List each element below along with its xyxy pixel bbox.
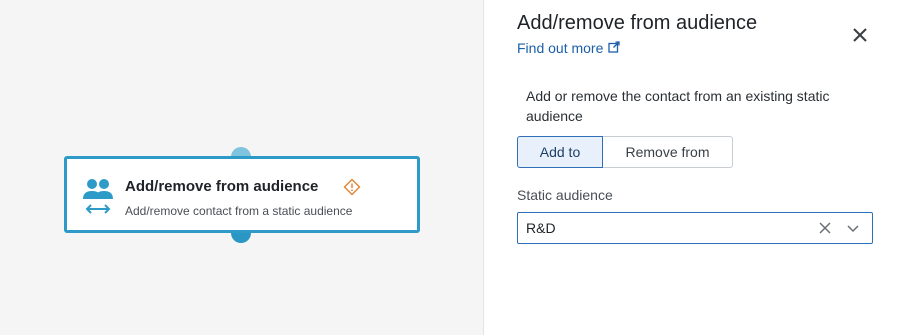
close-icon[interactable] [849, 24, 871, 46]
selected-audience-value: R&D [526, 220, 556, 236]
static-audience-label: Static audience [517, 187, 613, 203]
clear-icon[interactable] [818, 221, 832, 235]
panel-description: Add or remove the contact from an existi… [526, 88, 830, 124]
add-to-button[interactable]: Add to [517, 136, 603, 168]
node-config-panel: Add/remove from audience Find out more A… [485, 0, 899, 335]
static-audience-select[interactable]: R&D [517, 212, 873, 244]
find-out-more-label: Find out more [517, 40, 604, 56]
workflow-node-add-remove-audience[interactable]: Add/remove from audience Add/remove cont… [64, 156, 420, 233]
audience-sync-icon [81, 177, 115, 217]
panel-title: Add/remove from audience [517, 12, 758, 34]
warning-icon[interactable] [343, 178, 361, 196]
find-out-more-link[interactable]: Find out more [517, 40, 621, 56]
remove-from-button[interactable]: Remove from [603, 136, 733, 168]
workflow-canvas[interactable]: Add/remove from audience Add/remove cont… [0, 0, 484, 335]
external-link-icon [608, 40, 621, 56]
node-subtitle: Add/remove contact from a static audienc… [125, 204, 353, 218]
mode-toggle: Add to Remove from [517, 136, 733, 168]
chevron-down-icon[interactable] [846, 221, 860, 235]
node-title: Add/remove from audience [125, 178, 319, 195]
